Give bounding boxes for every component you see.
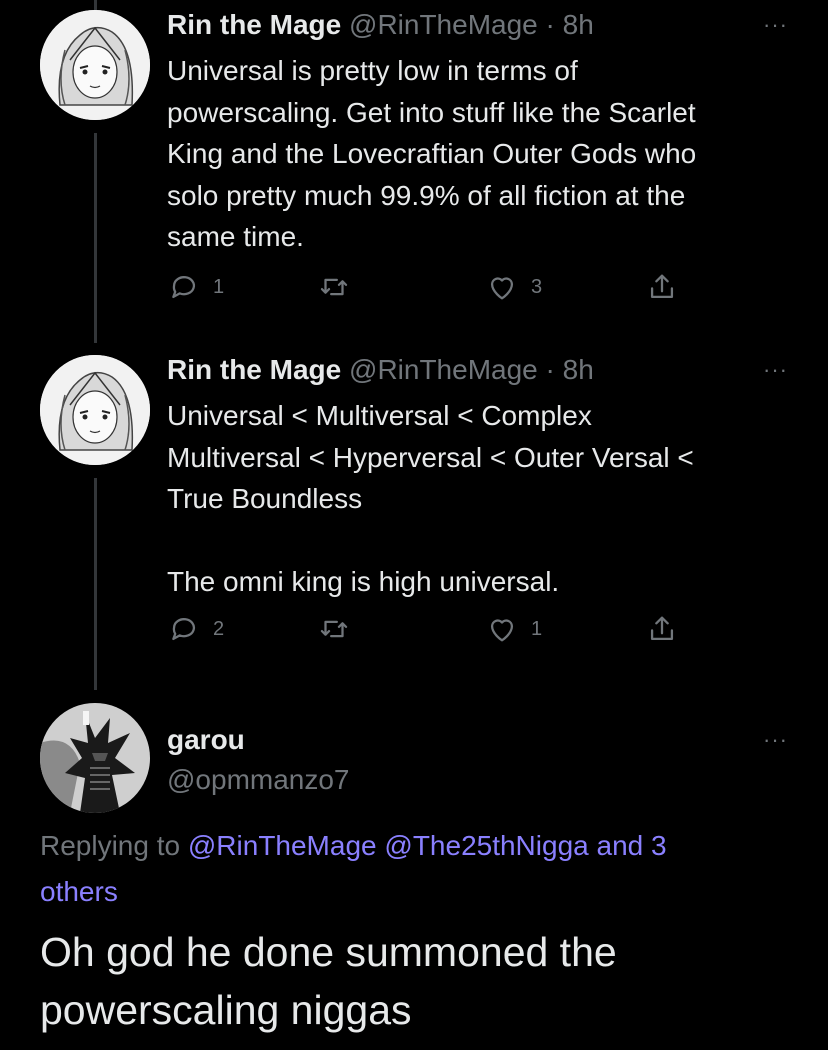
main-tweet[interactable]: garou @opmmanzo7 ··· Replying to @RinThe…	[0, 695, 828, 1050]
share-button[interactable]	[645, 270, 679, 304]
like-button[interactable]: 1	[485, 612, 542, 646]
avatar[interactable]	[40, 355, 150, 465]
avatar[interactable]	[40, 703, 150, 813]
more-icon[interactable]: ···	[763, 727, 788, 753]
tweet-text: Universal is pretty low in terms of powe…	[167, 55, 697, 252]
author-handle[interactable]: @opmmanzo7	[167, 763, 797, 797]
author-handle-time[interactable]: @RinTheMage · 8h	[349, 354, 594, 385]
author-name[interactable]: Rin the Mage	[167, 9, 341, 40]
avatar[interactable]	[40, 10, 150, 120]
tweet-1[interactable]: Rin the Mage @RinTheMage · 8h Universal …	[0, 0, 828, 340]
like-icon	[490, 619, 514, 642]
others-link[interactable]: and 3	[597, 830, 667, 861]
tweet-actions: 2 1	[167, 612, 687, 652]
retweet-icon	[320, 620, 348, 638]
reply-button[interactable]: 1	[167, 270, 224, 304]
tweet-2[interactable]: Rin the Mage @RinTheMage · 8h Universal …	[0, 345, 828, 690]
mention-link[interactable]: @The25thNigga	[384, 830, 588, 861]
like-icon	[490, 277, 514, 300]
replying-prefix: Replying to	[40, 830, 188, 861]
mention-link[interactable]: @RinTheMage	[188, 830, 377, 861]
like-button[interactable]: 3	[485, 270, 542, 304]
tweet-header: Rin the Mage @RinTheMage · 8h	[167, 353, 797, 387]
reply-count: 1	[213, 275, 225, 298]
tweet-text: Oh god he done summoned the powerscaling…	[40, 929, 617, 1033]
reply-icon	[172, 276, 196, 299]
more-icon[interactable]: ···	[763, 12, 788, 38]
tweet-actions: 1 3	[167, 270, 687, 310]
like-count: 1	[531, 617, 543, 640]
author-handle-time[interactable]: @RinTheMage · 8h	[349, 9, 594, 40]
retweet-button[interactable]	[317, 270, 351, 304]
author-name[interactable]: Rin the Mage	[167, 354, 341, 385]
like-count: 3	[531, 275, 543, 298]
replying-to: Replying to @RinTheMage @The25thNigga an…	[40, 823, 800, 915]
retweet-button[interactable]	[317, 612, 351, 646]
share-icon	[650, 274, 674, 299]
share-icon	[650, 616, 674, 641]
tweet-text: Universal < Multiversal < Complex Multiv…	[167, 400, 694, 597]
tweet-header: Rin the Mage @RinTheMage · 8h	[167, 8, 797, 42]
author-name[interactable]: garou	[167, 723, 797, 757]
reply-button[interactable]: 2	[167, 612, 224, 646]
more-icon[interactable]: ···	[763, 357, 788, 383]
others-link[interactable]: others	[40, 876, 118, 907]
retweet-icon	[320, 278, 348, 296]
reply-icon	[172, 618, 196, 641]
share-button[interactable]	[645, 612, 679, 646]
reply-count: 2	[213, 617, 225, 640]
